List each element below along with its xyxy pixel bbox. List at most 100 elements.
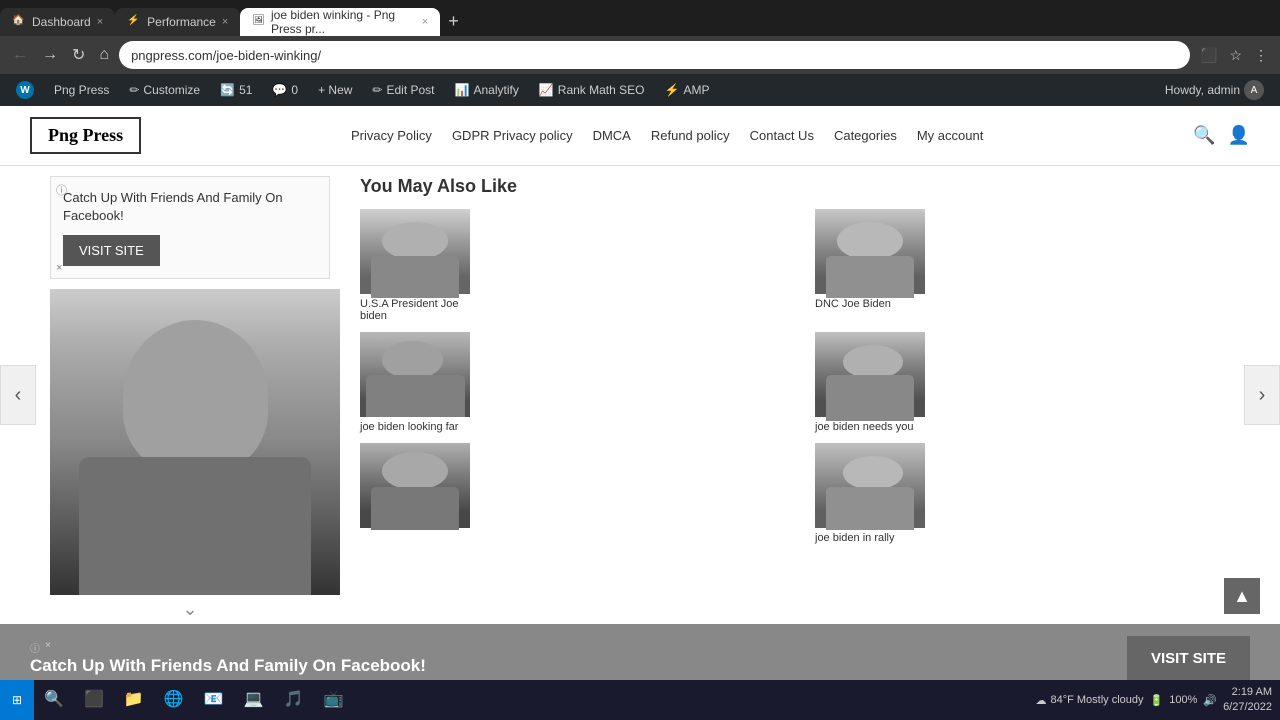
main-image: [50, 289, 340, 595]
header-icons: 🔍 👤: [1193, 125, 1250, 146]
browser-tabs: 🏠 Dashboard × ⚡ Performance × 🖼 joe bide…: [0, 0, 1280, 36]
new-label: + New: [318, 83, 352, 97]
user-avatar: A: [1244, 80, 1264, 100]
battery-level: 100%: [1169, 694, 1197, 706]
taskbar-browser[interactable]: 🌐: [154, 680, 194, 720]
related-label-6: joe biden in rally: [815, 532, 925, 544]
wp-updates[interactable]: 🔄 51: [212, 74, 260, 106]
browser-chrome: 🏠 Dashboard × ⚡ Performance × 🖼 joe bide…: [0, 0, 1280, 74]
wp-howdy[interactable]: Howdy, admin A: [1157, 74, 1272, 106]
taskbar-app1[interactable]: 💻: [234, 680, 274, 720]
site-nav: Privacy Policy GDPR Privacy policy DMCA …: [351, 128, 983, 143]
wp-analytify[interactable]: 📊 Analytify: [447, 74, 527, 106]
related-card-1[interactable]: U.S.A President Joe biden: [360, 209, 805, 322]
back-button[interactable]: ←: [8, 44, 32, 66]
wp-amp[interactable]: ⚡ AMP: [656, 74, 717, 106]
app2-icon: 🎵: [284, 689, 304, 709]
taskbar-right: ☁ 84°F Mostly cloudy 🔋 100% 🔊 2:19 AM 6/…: [1027, 685, 1280, 716]
center-column: ⓘ Catch Up With Friends And Family On Fa…: [0, 166, 340, 624]
related-card-5[interactable]: [360, 443, 805, 544]
ad-close-button[interactable]: ×: [56, 262, 62, 274]
edit-post-icon: ✏: [372, 83, 382, 97]
taskbar-search[interactable]: 🔍: [34, 680, 74, 720]
amp-label: AMP: [683, 83, 709, 97]
right-content: You May Also Like U.S.A President Joe bi…: [340, 166, 1280, 624]
you-may-also-like-section: You May Also Like U.S.A President Joe bi…: [360, 176, 1260, 544]
page-content: ‹ ⓘ Catch Up With Friends And Family On …: [0, 166, 1280, 624]
user-icon[interactable]: 👤: [1228, 125, 1250, 146]
tab-close-current[interactable]: ×: [422, 16, 428, 28]
search-icon[interactable]: 🔍: [1193, 125, 1215, 146]
main-image-silhouette: [50, 289, 340, 595]
section-title: You May Also Like: [360, 176, 1260, 197]
page-body: Png Press Privacy Policy GDPR Privacy po…: [0, 106, 1280, 720]
wp-site-name[interactable]: Png Press: [46, 74, 117, 106]
site-logo[interactable]: Png Press: [30, 117, 141, 154]
wp-rank-math[interactable]: 📈 Rank Math SEO: [531, 74, 653, 106]
nav-refund[interactable]: Refund policy: [651, 128, 730, 143]
related-image-4: [815, 332, 923, 417]
howdy-label: Howdy, admin: [1165, 83, 1240, 97]
browser-nav-bar: ← → ↻ ⌂ ⬛ ☆ ⋮: [0, 36, 1280, 74]
analytify-icon: 📊: [455, 83, 470, 97]
tab-close-dashboard[interactable]: ×: [97, 16, 103, 28]
wp-comments[interactable]: 💬 0: [264, 74, 306, 106]
next-arrow[interactable]: ›: [1244, 365, 1280, 425]
settings-icon[interactable]: ⋮: [1250, 45, 1272, 66]
nav-privacy-policy[interactable]: Privacy Policy: [351, 128, 432, 143]
tab-dashboard[interactable]: 🏠 Dashboard ×: [0, 8, 115, 36]
wp-customize[interactable]: ✏ Customize: [121, 74, 208, 106]
reload-button[interactable]: ↻: [68, 43, 89, 67]
related-card-6[interactable]: joe biden in rally: [815, 443, 1260, 544]
forward-button[interactable]: →: [38, 44, 62, 66]
related-label-4: joe biden needs you: [815, 421, 925, 433]
tab-current[interactable]: 🖼 joe biden winking - Png Press pr... ×: [240, 8, 440, 36]
taskbar-taskview[interactable]: ⬛: [74, 680, 114, 720]
home-button[interactable]: ⌂: [95, 44, 113, 66]
related-image-2: [815, 209, 923, 294]
wp-edit-post[interactable]: ✏ Edit Post: [364, 74, 442, 106]
related-label-1: U.S.A President Joe biden: [360, 298, 470, 322]
taskbar-time: 2:19 AM: [1223, 685, 1272, 700]
related-image-3: [360, 332, 468, 417]
taskbar-mail[interactable]: 📧: [194, 680, 234, 720]
taskbar-app2[interactable]: 🎵: [274, 680, 314, 720]
taskview-icon: ⬛: [84, 689, 104, 709]
ad-visit-button[interactable]: VISIT SITE: [63, 235, 160, 266]
nav-my-account[interactable]: My account: [917, 128, 983, 143]
related-card-3[interactable]: joe biden looking far: [360, 332, 805, 433]
edit-post-label: Edit Post: [386, 83, 434, 97]
tab-label-dashboard: Dashboard: [32, 15, 91, 29]
bottom-ad-close-icon[interactable]: ×: [45, 640, 51, 655]
taskbar-file-explorer[interactable]: 📁: [114, 680, 154, 720]
tab-performance[interactable]: ⚡ Performance ×: [115, 8, 240, 36]
taskbar-app3[interactable]: 📺: [314, 680, 354, 720]
related-card-2[interactable]: DNC Joe Biden: [815, 209, 1260, 322]
nav-contact[interactable]: Contact Us: [750, 128, 814, 143]
updates-count: 51: [239, 83, 252, 97]
prev-arrow[interactable]: ‹: [0, 365, 36, 425]
extensions-icon[interactable]: ⬛: [1196, 45, 1221, 66]
weather-icon: ☁: [1035, 694, 1046, 707]
address-bar[interactable]: [119, 41, 1190, 69]
taskbar-clock: 2:19 AM 6/27/2022: [1223, 685, 1272, 716]
tab-label-performance: Performance: [147, 15, 216, 29]
tab-close-performance[interactable]: ×: [222, 16, 228, 28]
rank-math-label: Rank Math SEO: [558, 83, 645, 97]
start-button[interactable]: ⊞: [0, 680, 34, 720]
taskbar-date: 6/27/2022: [1223, 700, 1272, 715]
nav-categories[interactable]: Categories: [834, 128, 897, 143]
taskbar-search-icon: 🔍: [44, 689, 64, 709]
nav-dmca[interactable]: DMCA: [593, 128, 631, 143]
scroll-top-button[interactable]: ▲: [1224, 578, 1260, 614]
new-tab-button[interactable]: +: [440, 11, 467, 32]
browser-icon: 🌐: [164, 689, 184, 709]
weather-info: ☁ 84°F Mostly cloudy: [1035, 694, 1143, 707]
wp-new[interactable]: + New: [310, 74, 360, 106]
nav-gdpr[interactable]: GDPR Privacy policy: [452, 128, 573, 143]
wp-logo-item[interactable]: W: [8, 74, 42, 106]
bottom-visit-button[interactable]: VISIT SITE: [1127, 636, 1250, 681]
wp-site-label: Png Press: [54, 83, 109, 97]
related-card-4[interactable]: joe biden needs you: [815, 332, 1260, 433]
bookmark-icon[interactable]: ☆: [1225, 45, 1246, 66]
